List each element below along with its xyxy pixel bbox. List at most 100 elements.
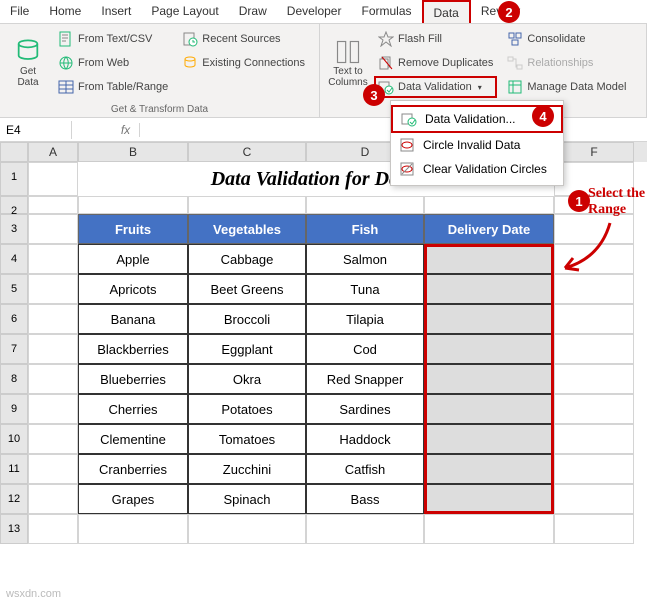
cell[interactable] bbox=[28, 484, 78, 514]
cell[interactable] bbox=[28, 454, 78, 484]
cell[interactable] bbox=[28, 162, 78, 196]
table-cell[interactable] bbox=[424, 394, 554, 424]
table-cell[interactable]: Broccoli bbox=[188, 304, 306, 334]
tab-data[interactable]: Data bbox=[422, 0, 471, 23]
table-cell[interactable] bbox=[424, 334, 554, 364]
row-header[interactable]: 10 bbox=[0, 424, 28, 454]
table-cell[interactable]: Red Snapper bbox=[306, 364, 424, 394]
table-cell[interactable]: Potatoes bbox=[188, 394, 306, 424]
existing-connections-button[interactable]: Existing Connections bbox=[178, 52, 309, 74]
table-cell[interactable]: Beet Greens bbox=[188, 274, 306, 304]
row-header[interactable]: 6 bbox=[0, 304, 28, 334]
cell[interactable] bbox=[188, 196, 306, 214]
consolidate-button[interactable]: Consolidate bbox=[503, 28, 630, 50]
table-cell[interactable] bbox=[424, 274, 554, 304]
cell[interactable] bbox=[554, 394, 634, 424]
table-cell[interactable]: Blackberries bbox=[78, 334, 188, 364]
table-cell[interactable]: Clementine bbox=[78, 424, 188, 454]
cell[interactable] bbox=[554, 514, 634, 544]
row-header[interactable]: 5 bbox=[0, 274, 28, 304]
table-cell[interactable]: Cranberries bbox=[78, 454, 188, 484]
col-header-c[interactable]: C bbox=[188, 142, 306, 162]
cell[interactable] bbox=[78, 196, 188, 214]
col-header-a[interactable]: A bbox=[28, 142, 78, 162]
table-cell[interactable]: Catfish bbox=[306, 454, 424, 484]
header-vegetables[interactable]: Vegetables bbox=[188, 214, 306, 244]
cell[interactable] bbox=[28, 394, 78, 424]
cell[interactable] bbox=[28, 364, 78, 394]
table-cell[interactable] bbox=[424, 454, 554, 484]
cell[interactable] bbox=[424, 196, 554, 214]
recent-sources-button[interactable]: Recent Sources bbox=[178, 28, 309, 50]
menu-item-clear-circles[interactable]: Clear Validation Circles bbox=[391, 157, 563, 181]
table-cell[interactable]: Cabbage bbox=[188, 244, 306, 274]
table-cell[interactable]: Tomatoes bbox=[188, 424, 306, 454]
table-cell[interactable]: Blueberries bbox=[78, 364, 188, 394]
cell[interactable] bbox=[28, 196, 78, 214]
table-cell[interactable] bbox=[424, 484, 554, 514]
text-to-columns-button[interactable]: Text to Columns bbox=[328, 28, 368, 98]
row-header[interactable]: 8 bbox=[0, 364, 28, 394]
table-cell[interactable] bbox=[424, 424, 554, 454]
table-cell[interactable]: Sardines bbox=[306, 394, 424, 424]
tab-draw[interactable]: Draw bbox=[229, 0, 277, 23]
cell[interactable] bbox=[554, 334, 634, 364]
cell[interactable] bbox=[306, 196, 424, 214]
name-box[interactable]: E4 bbox=[0, 121, 72, 139]
row-header[interactable]: 4 bbox=[0, 244, 28, 274]
table-cell[interactable]: Eggplant bbox=[188, 334, 306, 364]
cell[interactable] bbox=[78, 514, 188, 544]
from-text-csv-button[interactable]: From Text/CSV bbox=[54, 28, 172, 50]
tab-formulas[interactable]: Formulas bbox=[351, 0, 421, 23]
cell[interactable] bbox=[554, 304, 634, 334]
tab-home[interactable]: Home bbox=[39, 0, 91, 23]
tab-insert[interactable]: Insert bbox=[91, 0, 141, 23]
cell[interactable] bbox=[554, 484, 634, 514]
cell[interactable] bbox=[554, 454, 634, 484]
table-cell[interactable] bbox=[424, 304, 554, 334]
cell[interactable] bbox=[28, 304, 78, 334]
flash-fill-button[interactable]: Flash Fill bbox=[374, 28, 497, 50]
cell[interactable] bbox=[424, 514, 554, 544]
row-header[interactable]: 12 bbox=[0, 484, 28, 514]
row-header[interactable]: 3 bbox=[0, 214, 28, 244]
get-data-button[interactable]: Get Data bbox=[8, 28, 48, 98]
table-cell[interactable]: Okra bbox=[188, 364, 306, 394]
cell[interactable] bbox=[554, 424, 634, 454]
cell[interactable] bbox=[554, 274, 634, 304]
from-table-range-button[interactable]: From Table/Range bbox=[54, 76, 172, 98]
tab-file[interactable]: File bbox=[0, 0, 39, 23]
table-cell[interactable]: Apple bbox=[78, 244, 188, 274]
col-header-f[interactable]: F bbox=[554, 142, 634, 162]
row-header[interactable]: 11 bbox=[0, 454, 28, 484]
row-header[interactable]: 1 bbox=[0, 162, 28, 196]
cell[interactable] bbox=[28, 334, 78, 364]
row-header[interactable]: 9 bbox=[0, 394, 28, 424]
table-cell[interactable]: Banana bbox=[78, 304, 188, 334]
row-header[interactable]: 2 bbox=[0, 196, 28, 214]
table-cell[interactable]: Haddock bbox=[306, 424, 424, 454]
table-cell[interactable]: Cod bbox=[306, 334, 424, 364]
header-delivery-date[interactable]: Delivery Date bbox=[424, 214, 554, 244]
header-fish[interactable]: Fish bbox=[306, 214, 424, 244]
cell[interactable] bbox=[28, 244, 78, 274]
cell[interactable] bbox=[306, 514, 424, 544]
cell[interactable] bbox=[554, 364, 634, 394]
table-cell[interactable]: Salmon bbox=[306, 244, 424, 274]
table-cell[interactable] bbox=[424, 364, 554, 394]
header-fruits[interactable]: Fruits bbox=[78, 214, 188, 244]
menu-item-circle-invalid[interactable]: Circle Invalid Data bbox=[391, 133, 563, 157]
cell[interactable] bbox=[28, 424, 78, 454]
table-cell[interactable] bbox=[424, 244, 554, 274]
remove-duplicates-button[interactable]: Remove Duplicates bbox=[374, 52, 497, 74]
cell[interactable] bbox=[28, 274, 78, 304]
table-cell[interactable]: Tuna bbox=[306, 274, 424, 304]
table-cell[interactable]: Apricots bbox=[78, 274, 188, 304]
manage-data-model-button[interactable]: Manage Data Model bbox=[503, 76, 630, 98]
row-header[interactable]: 7 bbox=[0, 334, 28, 364]
cell[interactable] bbox=[28, 214, 78, 244]
select-all-corner[interactable] bbox=[0, 142, 28, 162]
table-cell[interactable]: Grapes bbox=[78, 484, 188, 514]
tab-developer[interactable]: Developer bbox=[277, 0, 352, 23]
from-web-button[interactable]: From Web bbox=[54, 52, 172, 74]
